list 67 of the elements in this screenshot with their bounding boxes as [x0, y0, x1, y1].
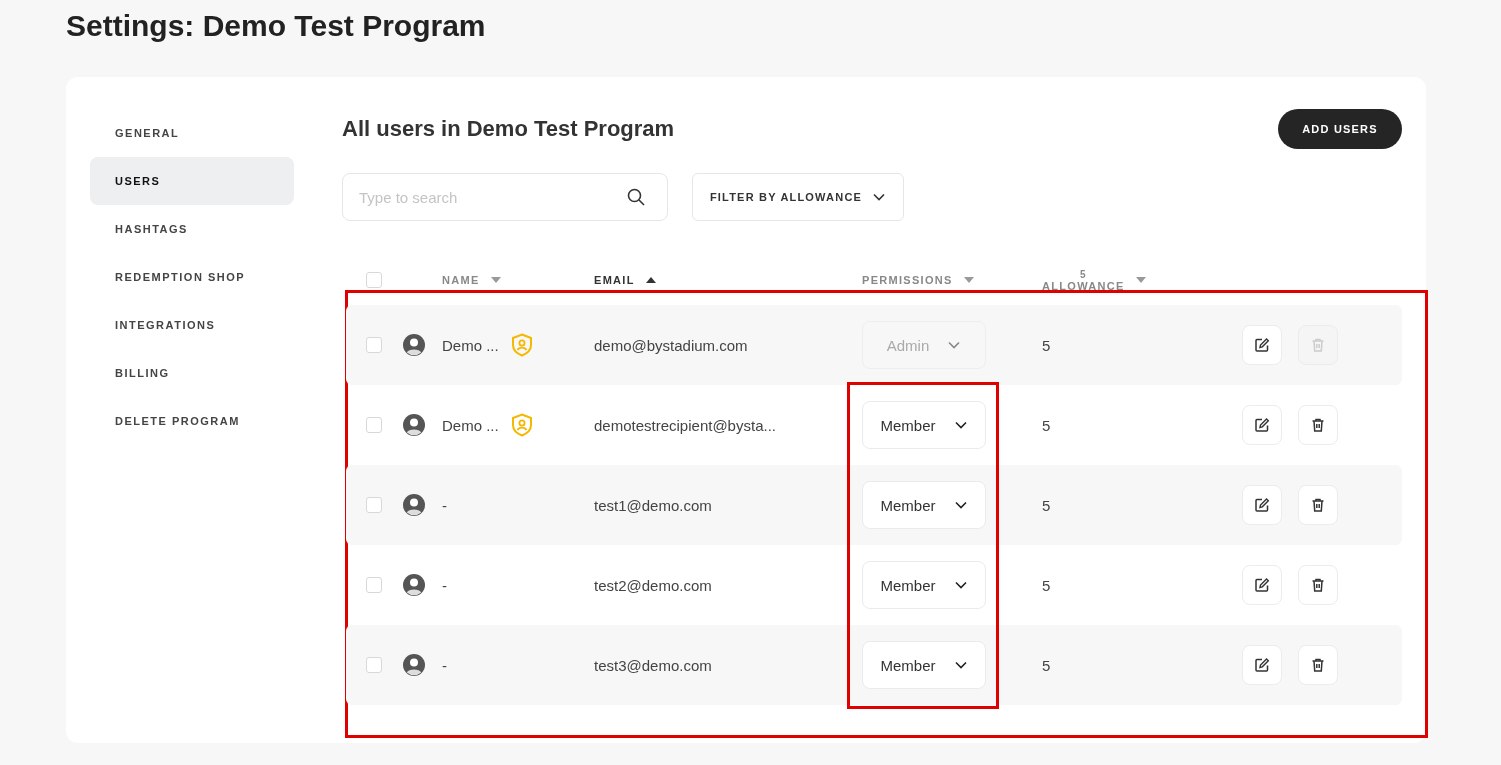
column-header[interactable]: PERMISSIONS [862, 274, 953, 286]
sidebar-item[interactable]: BILLING [90, 349, 294, 397]
sort-down-icon[interactable] [1134, 276, 1147, 284]
column-header[interactable]: ALLOWANCE [1042, 279, 1125, 292]
user-name: - [442, 576, 447, 594]
row-checkbox[interactable] [366, 577, 382, 593]
user-name: Demo ... [442, 336, 499, 354]
permission-dropdown[interactable]: Member [862, 561, 986, 609]
edit-button[interactable] [1242, 325, 1282, 365]
user-email: demo@bystadium.com [594, 336, 749, 354]
allowance-count: 5 [1080, 268, 1087, 280]
sidebar-item[interactable]: REDEMPTION SHOP [90, 253, 294, 301]
delete-button[interactable] [1298, 405, 1338, 445]
edit-icon [1254, 577, 1270, 593]
row-checkbox[interactable] [366, 337, 382, 353]
allowance-value: 5 [1042, 336, 1052, 354]
permission-dropdown[interactable]: Member [862, 401, 986, 449]
edit-icon [1254, 657, 1270, 673]
sort-up-icon[interactable] [644, 276, 657, 284]
allowance-value: 5 [1042, 416, 1052, 434]
search-icon [626, 187, 646, 207]
edit-button[interactable] [1242, 565, 1282, 605]
user-name: - [442, 496, 447, 514]
allowance-value: 5 [1042, 496, 1052, 514]
delete-button[interactable] [1298, 565, 1338, 605]
edit-button[interactable] [1242, 405, 1282, 445]
delete-button[interactable] [1298, 645, 1338, 685]
user-email: test3@demo.com [594, 656, 713, 674]
column-header[interactable]: EMAIL [594, 274, 635, 286]
edit-button[interactable] [1242, 645, 1282, 685]
edit-icon [1254, 337, 1270, 353]
sidebar-item[interactable]: GENERAL [90, 109, 294, 157]
sidebar-item[interactable]: DELETE PROGRAM [90, 397, 294, 445]
row-checkbox[interactable] [366, 657, 382, 673]
section-heading: All users in Demo Test Program [342, 116, 675, 142]
page-title: Settings: Demo Test Program [66, 8, 487, 44]
allowance-value: 5 [1042, 576, 1052, 594]
user-email: test2@demo.com [594, 576, 713, 594]
permission-dropdown[interactable]: Member [862, 641, 986, 689]
row-checkbox[interactable] [366, 417, 382, 433]
sort-down-icon[interactable] [962, 276, 975, 284]
add-users-button[interactable]: ADD USERS [1278, 109, 1402, 149]
select-all-checkbox[interactable] [366, 272, 382, 288]
sidebar-item[interactable]: HASHTAGS [90, 205, 294, 253]
sort-down-icon[interactable] [489, 276, 502, 284]
trash-icon [1310, 657, 1326, 673]
trash-icon [1310, 337, 1326, 353]
filter-dropdown[interactable]: FILTER BY ALLOWANCE [692, 173, 904, 221]
user-email: demotestrecipient@bysta... [594, 416, 777, 434]
trash-icon [1310, 417, 1326, 433]
trash-icon [1310, 577, 1326, 593]
sidebar-item[interactable]: USERS [90, 157, 294, 205]
column-header[interactable]: NAME [442, 274, 480, 286]
avatar-icon [403, 414, 425, 436]
user-name: - [442, 656, 447, 674]
edit-icon [1254, 497, 1270, 513]
user-name: Demo ... [442, 416, 499, 434]
trash-icon [1310, 497, 1326, 513]
user-email: test1@demo.com [594, 496, 713, 514]
row-checkbox[interactable] [366, 497, 382, 513]
sidebar-item[interactable]: INTEGRATIONS [90, 301, 294, 349]
search-field[interactable]: Type to search [342, 173, 668, 221]
allowance-value: 5 [1042, 656, 1052, 674]
edit-icon [1254, 417, 1270, 433]
edit-button[interactable] [1242, 485, 1282, 525]
permission-dropdown[interactable]: Member [862, 481, 986, 529]
delete-button[interactable] [1298, 485, 1338, 525]
